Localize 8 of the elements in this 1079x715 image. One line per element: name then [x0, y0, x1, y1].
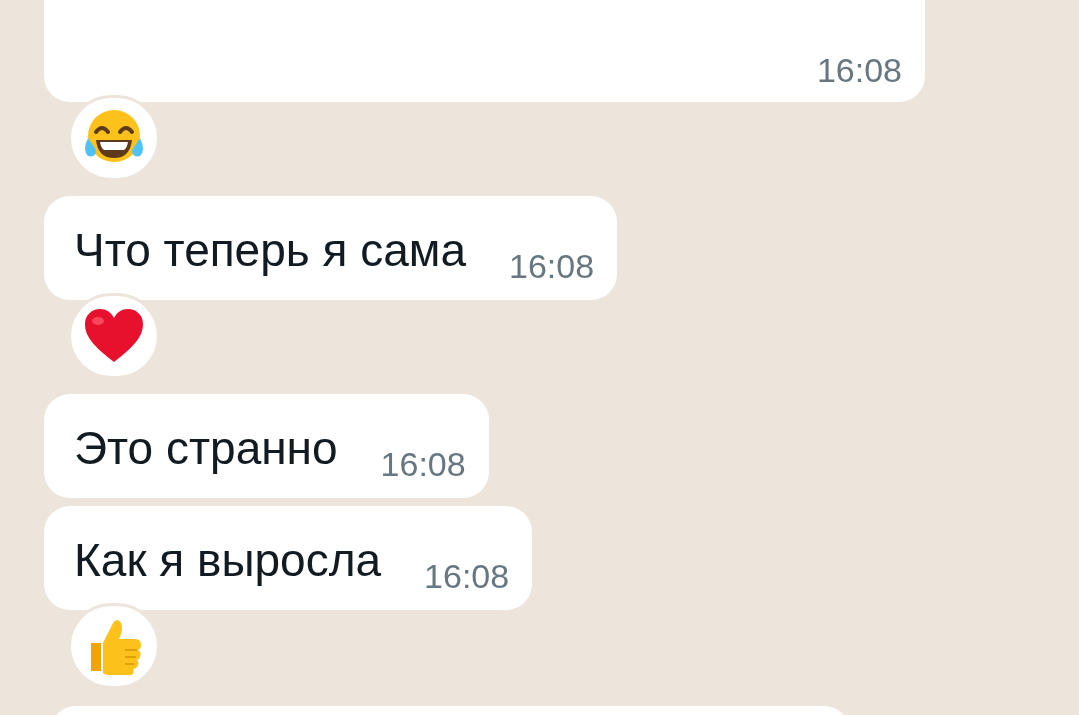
- message-text: Как я выросла: [74, 533, 382, 588]
- message-time: 16:08: [509, 246, 595, 286]
- message-text: Это странно: [74, 421, 338, 476]
- message-time: 16:08: [380, 444, 466, 484]
- message-time: 16:08: [816, 50, 902, 90]
- message-text: Что теперь я сама: [74, 223, 466, 278]
- message-time: 16:08: [424, 556, 510, 596]
- heart-icon: [83, 308, 145, 364]
